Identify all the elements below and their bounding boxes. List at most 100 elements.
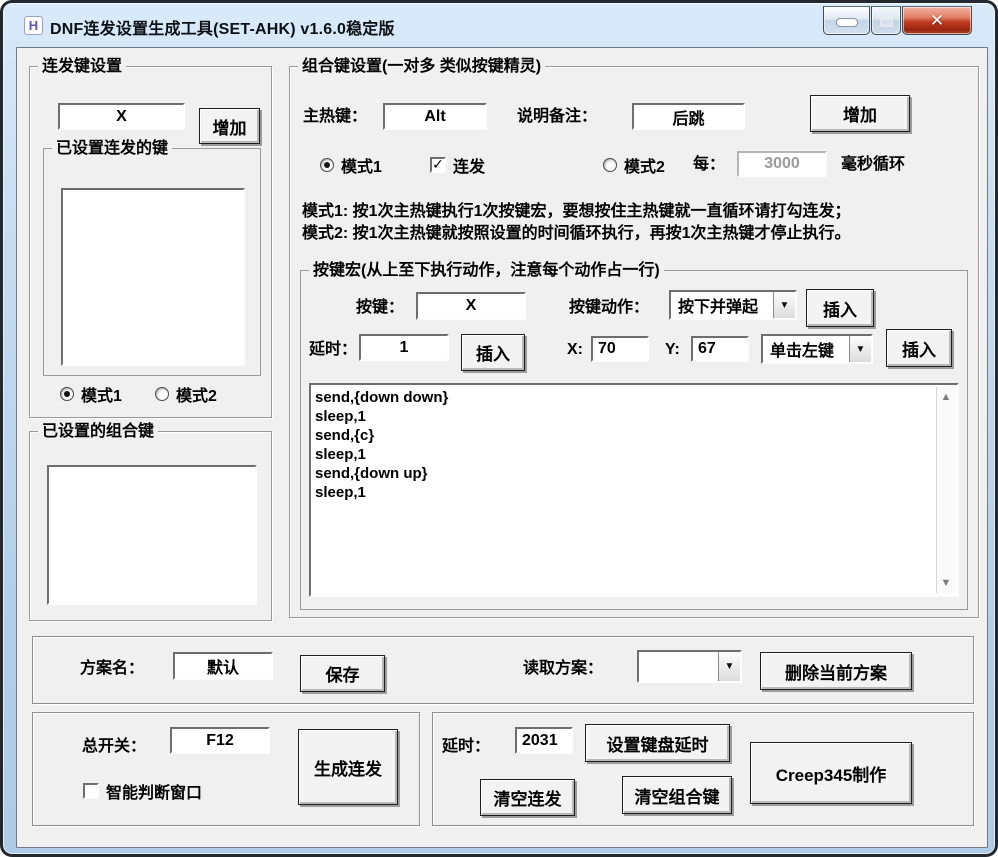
scheme-panel: 方案名： 默认 保存 读取方案： ▼ 删除当前方案 [32, 636, 974, 704]
mode2-description: 模式2: 按1次主热键就按照设置的时间循环执行，再按1次主热键才停止执行。 [302, 223, 850, 245]
load-scheme-value [639, 652, 718, 681]
chevron-down-icon: ▼ [780, 300, 790, 311]
y-label: Y: [665, 340, 680, 360]
title-bar[interactable]: H DNF连发设置生成工具(SET-AHK) v1.6.0稳定版 ✕ [3, 3, 995, 47]
insert-key-button[interactable]: 插入 [806, 289, 874, 327]
mouse-action-select[interactable]: 单击左键 ▼ [761, 334, 873, 364]
checkbox-icon [83, 783, 99, 799]
close-button[interactable]: ✕ [902, 6, 972, 35]
minimize-icon [836, 18, 858, 27]
group-rapid-key-settings: 连发键设置 X 增加 已设置连发的键 模式1 模式2 [29, 66, 272, 418]
radio-icon [320, 158, 334, 172]
rapid-mode2-radio[interactable]: 模式2 [155, 382, 217, 406]
load-scheme-select[interactable]: ▼ [637, 650, 742, 683]
maximize-icon [880, 16, 893, 27]
app-icon: H [24, 16, 43, 35]
smart-window-label: 智能判断窗口 [106, 779, 202, 803]
rapid-fire-label: 连发 [453, 153, 485, 177]
group-rapid-key-settings-title: 连发键设置 [38, 57, 126, 76]
combo-add-button[interactable]: 增加 [810, 95, 910, 132]
master-switch-panel: 总开关： F12 智能判断窗口 生成连发 [32, 712, 420, 826]
x-input[interactable]: 70 [591, 336, 649, 362]
key-action-select[interactable]: 按下并弹起 ▼ [669, 290, 797, 320]
group-set-rapid-keys: 已设置连发的键 [43, 148, 261, 376]
scheme-name-label: 方案名： [80, 659, 144, 679]
dropdown-button[interactable]: ▼ [773, 292, 795, 318]
group-set-combo-keys-title: 已设置的组合键 [38, 422, 158, 441]
group-key-macro: 按键宏(从上至下执行动作，注意每个动作占一行) 按键： X 按键动作： 按下并弹… [300, 270, 968, 610]
generate-button[interactable]: 生成连发 [298, 729, 398, 805]
app-window: H DNF连发设置生成工具(SET-AHK) v1.6.0稳定版 ✕ 连发键设置… [0, 0, 998, 857]
rapid-mode1-radio[interactable]: 模式1 [60, 382, 122, 406]
radio-icon [60, 387, 74, 401]
kb-delay-label: 延时： [442, 737, 490, 757]
check-icon: ✓ [432, 159, 444, 169]
hotkey-input[interactable]: Alt [383, 103, 487, 130]
macro-key-input[interactable]: X [416, 292, 526, 320]
chevron-down-icon: ▼ [856, 344, 866, 355]
combo-keys-listbox[interactable] [47, 465, 257, 605]
rapid-mode1-label: 模式1 [81, 382, 122, 406]
combo-mode2-radio[interactable]: 模式2 [603, 153, 665, 177]
key-action-value: 按下并弹起 [671, 292, 773, 318]
insert-mouse-button[interactable]: 插入 [886, 329, 952, 367]
author-button[interactable]: Creep345制作 [750, 742, 912, 804]
kb-delay-input[interactable]: 2031 [515, 727, 573, 754]
clear-combo-button[interactable]: 清空组合键 [622, 776, 732, 814]
load-scheme-label: 读取方案： [523, 659, 603, 679]
maximize-button[interactable] [871, 6, 901, 35]
app-icon-letter: H [29, 18, 38, 33]
macro-delay-label: 延时： [309, 340, 357, 360]
combo-mode1-label: 模式1 [341, 153, 382, 177]
note-label: 说明备注： [517, 107, 597, 127]
dropdown-button[interactable]: ▼ [849, 336, 871, 362]
macro-script-textarea[interactable]: send,{down down} sleep,1 send,{c} sleep,… [309, 383, 959, 597]
smart-window-checkbox[interactable]: 智能判断窗口 [83, 779, 202, 803]
dropdown-button[interactable]: ▼ [718, 652, 740, 681]
macro-script-text: send,{down down} sleep,1 send,{c} sleep,… [315, 388, 931, 592]
group-set-rapid-keys-title: 已设置连发的键 [52, 139, 172, 158]
rapid-fire-checkbox[interactable]: ✓ 连发 [430, 153, 485, 177]
combo-mode1-radio[interactable]: 模式1 [320, 153, 382, 177]
client-area: 连发键设置 X 增加 已设置连发的键 模式1 模式2 已设置的组合键 组合键设置… [16, 47, 988, 848]
minimize-button[interactable] [823, 6, 870, 35]
rapid-keys-listbox[interactable] [61, 188, 245, 366]
mouse-action-value: 单击左键 [763, 336, 849, 362]
close-icon: ✕ [930, 11, 944, 31]
x-label: X: [567, 340, 583, 360]
group-combo-settings-title: 组合键设置(一对多 类似按键精灵) [298, 57, 545, 76]
group-key-macro-title: 按键宏(从上至下执行动作，注意每个动作占一行) [309, 261, 664, 280]
scroll-up-icon[interactable]: ▲ [937, 391, 955, 403]
clear-rapid-button[interactable]: 清空连发 [480, 779, 575, 816]
macro-key-label: 按键： [356, 298, 404, 318]
macro-delay-input[interactable]: 1 [359, 334, 449, 361]
ms-loop-label: 毫秒循环 [841, 155, 905, 175]
mode1-description: 模式1: 按1次主热键执行1次按键宏，要想按住主热键就一直循环请打勾连发； [302, 201, 850, 223]
hotkey-label: 主热键： [303, 107, 367, 127]
every-label: 每： [693, 155, 725, 175]
scheme-name-input[interactable]: 默认 [173, 652, 273, 680]
macro-action-label: 按键动作： [569, 298, 649, 318]
delete-scheme-button[interactable]: 删除当前方案 [760, 652, 912, 690]
rapid-mode2-label: 模式2 [176, 382, 217, 406]
set-kb-delay-button[interactable]: 设置键盘延时 [585, 724, 730, 762]
keyboard-delay-panel: 延时： 2031 设置键盘延时 Creep345制作 清空连发 清空组合键 [432, 712, 974, 826]
save-button[interactable]: 保存 [300, 655, 385, 692]
radio-icon [155, 387, 169, 401]
rapid-key-input[interactable]: X [58, 103, 185, 130]
macro-scrollbar[interactable]: ▲ ▼ [936, 387, 955, 593]
master-switch-input[interactable]: F12 [170, 727, 270, 754]
rapid-add-button[interactable]: 增加 [199, 108, 260, 144]
insert-delay-button[interactable]: 插入 [461, 334, 525, 371]
group-set-combo-keys: 已设置的组合键 [29, 431, 272, 621]
combo-mode2-label: 模式2 [624, 153, 665, 177]
chevron-down-icon: ▼ [725, 661, 735, 672]
interval-input[interactable]: 3000 [737, 151, 827, 177]
master-switch-label: 总开关： [82, 737, 146, 757]
y-input[interactable]: 67 [691, 336, 749, 362]
note-input[interactable]: 后跳 [632, 103, 745, 130]
scroll-down-icon[interactable]: ▼ [937, 577, 955, 589]
radio-icon [603, 158, 617, 172]
window-title: DNF连发设置生成工具(SET-AHK) v1.6.0稳定版 [50, 15, 395, 39]
group-combo-settings: 组合键设置(一对多 类似按键精灵) 主热键： Alt 说明备注： 后跳 增加 模… [289, 66, 979, 618]
